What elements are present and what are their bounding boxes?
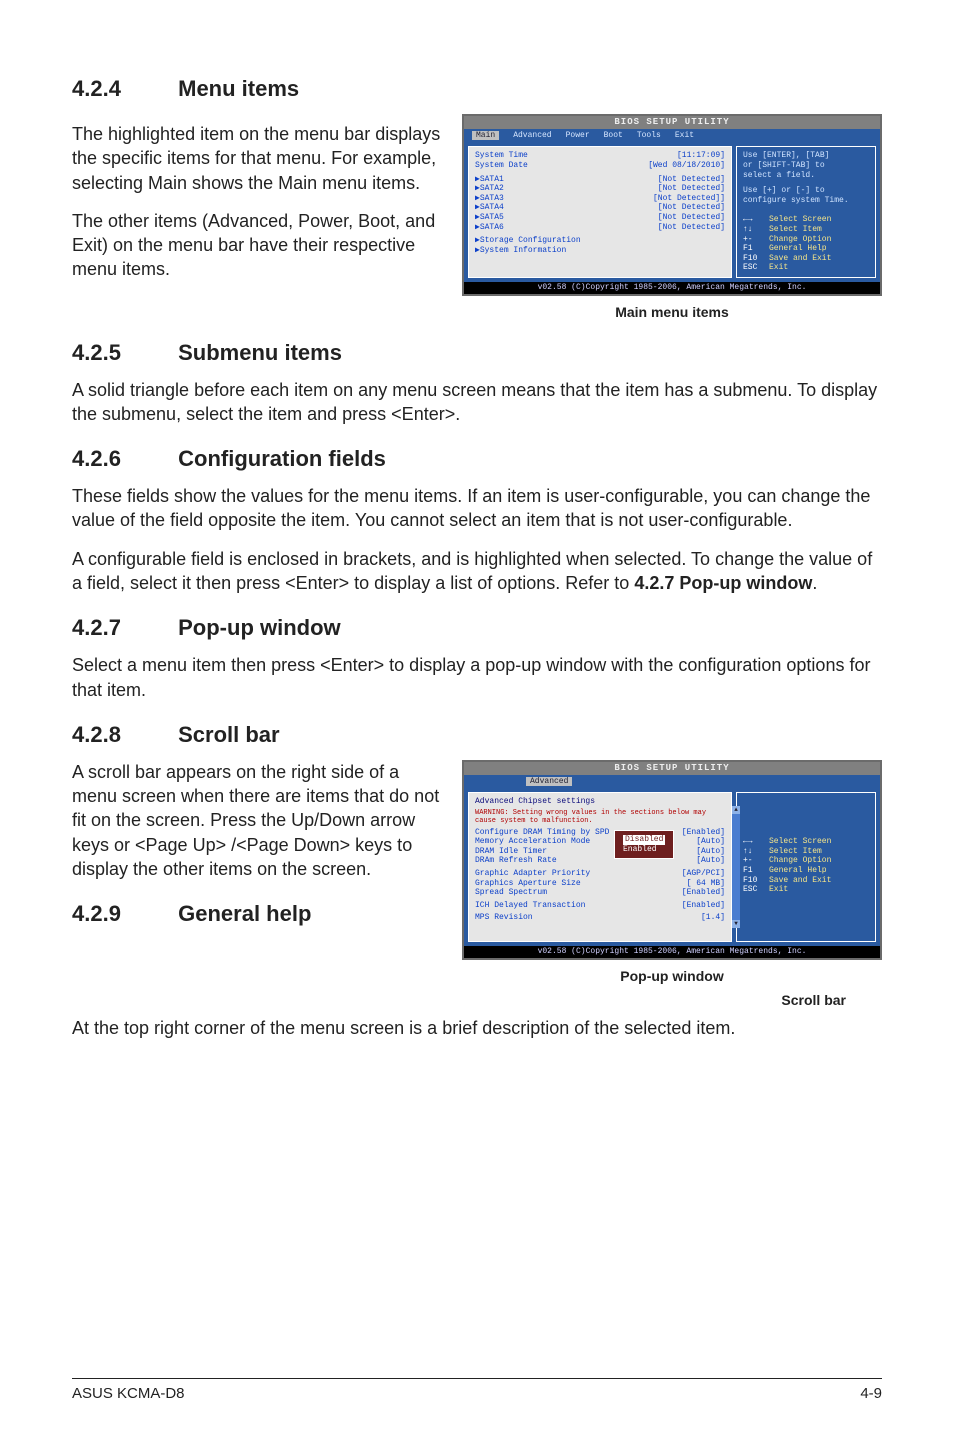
heading-title: Menu items	[178, 76, 299, 101]
footer-right: 4-9	[860, 1385, 882, 1402]
figure-caption-scrollbar: Scroll bar	[462, 992, 882, 1008]
heading-4-2-8: 4.2.8 Scroll bar	[72, 722, 882, 748]
para-429: At the top right corner of the menu scre…	[72, 1016, 882, 1040]
para-424a: The highlighted item on the menu bar dis…	[72, 122, 442, 195]
bios-screenshot-advanced: BIOS SETUP UTILITY Advanced Advanced Chi…	[462, 760, 882, 960]
bios-title: BIOS SETUP UTILITY	[464, 116, 880, 129]
bios-menu-exit: Exit	[675, 131, 694, 141]
bios-menu-main: Main	[472, 131, 499, 141]
bios2-menubar: Advanced	[464, 775, 880, 789]
bios-popup: Disabled Enabled	[614, 830, 674, 859]
bios-screenshot-main: BIOS SETUP UTILITY Main Advanced Power B…	[462, 114, 882, 296]
para-425: A solid triangle before each item on any…	[72, 378, 882, 427]
bios-menubar: Main Advanced Power Boot Tools Exit	[464, 129, 880, 143]
para-426b: A configurable field is enclosed in brac…	[72, 547, 882, 596]
heading-num: 4.2.4	[72, 76, 172, 102]
bios-menu-tools: Tools	[637, 131, 661, 141]
heading-4-2-4: 4.2.4 Menu items	[72, 76, 882, 102]
scroll-down-icon: ▼	[732, 920, 740, 928]
bios-menu-power: Power	[566, 131, 590, 141]
footer-left: ASUS KCMA-D8	[72, 1385, 185, 1402]
bios-scrollbar: ▲ ▼	[732, 806, 740, 928]
para-427: Select a menu item then press <Enter> to…	[72, 653, 882, 702]
figure-caption-popup: Pop-up window	[462, 968, 882, 984]
bios-menu-advanced: Advanced	[513, 131, 551, 141]
para-424b: The other items (Advanced, Power, Boot, …	[72, 209, 442, 282]
bios-left-panel: System Time[11:17:09] System Date[Wed 08…	[468, 146, 732, 278]
heading-4-2-7: 4.2.7 Pop-up window	[72, 615, 882, 641]
heading-4-2-6: 4.2.6 Configuration fields	[72, 446, 882, 472]
scroll-up-icon: ▲	[732, 806, 740, 814]
heading-4-2-5: 4.2.5 Submenu items	[72, 340, 882, 366]
bios-right-panel: Use [ENTER], [TAB] or [SHIFT-TAB] to sel…	[736, 146, 876, 278]
para-426a: These fields show the values for the men…	[72, 484, 882, 533]
figure-caption-main-menu: Main menu items	[462, 304, 882, 320]
bios-footer: v02.58 (C)Copyright 1985-2006, American …	[464, 282, 880, 294]
page-footer: ASUS KCMA-D8 4-9	[72, 1378, 882, 1402]
bios-menu-boot: Boot	[604, 131, 623, 141]
